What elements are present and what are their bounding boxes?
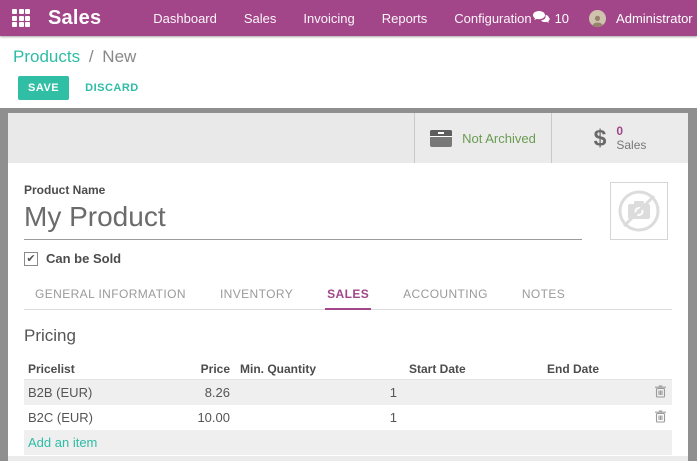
no-camera-icon: [615, 187, 663, 235]
col-header-end-date[interactable]: End Date: [542, 362, 642, 376]
not-archived-label: Not Archived: [462, 131, 536, 146]
can-be-sold-label: Can be Sold: [46, 251, 121, 266]
breadcrumb-separator: /: [89, 47, 94, 66]
top-navbar: Sales Dashboard Sales Invoicing Reports …: [0, 0, 697, 36]
product-name-input[interactable]: [24, 199, 582, 240]
odoo-sales-product-form-screen: Sales Dashboard Sales Invoicing Reports …: [0, 0, 697, 461]
notebook-tabs: GENERAL INFORMATION INVENTORY SALES ACCO…: [24, 281, 672, 310]
person-icon: [591, 14, 604, 27]
pricelist-table: Pricelist Price Min. Quantity Start Date…: [24, 358, 672, 455]
cell-min-quantity[interactable]: 1: [230, 410, 397, 425]
delete-row-icon[interactable]: [655, 410, 666, 423]
menu-item-reports[interactable]: Reports: [382, 11, 428, 26]
add-an-item-link[interactable]: Add an item: [28, 435, 97, 450]
apps-grid-icon[interactable]: [12, 9, 30, 27]
dollar-icon: $: [594, 125, 607, 152]
cell-min-quantity[interactable]: 1: [230, 385, 397, 400]
tab-accounting[interactable]: ACCOUNTING: [401, 281, 490, 310]
stat-button-box: Not Archived $ 0 Sales: [414, 113, 688, 163]
col-header-min-quantity[interactable]: Min. Quantity: [230, 362, 397, 376]
tab-inventory[interactable]: INVENTORY: [218, 281, 295, 310]
menu-item-invoicing[interactable]: Invoicing: [303, 11, 354, 26]
sales-stat-button[interactable]: $ 0 Sales: [551, 113, 688, 163]
tab-general-information[interactable]: GENERAL INFORMATION: [33, 281, 188, 310]
form-body: Product Name ✔ Can be Sold GENERAL INFOR…: [8, 163, 688, 455]
menu-item-sales[interactable]: Sales: [244, 11, 277, 26]
messages-button[interactable]: 10: [532, 11, 569, 26]
sales-stat-label: Sales: [616, 138, 646, 152]
menu-item-dashboard[interactable]: Dashboard: [153, 11, 217, 26]
product-image-upload[interactable]: [610, 182, 668, 240]
product-name-label: Product Name: [24, 183, 672, 197]
archive-box-icon: [430, 130, 452, 147]
sales-count: 0: [616, 124, 646, 138]
chat-bubbles-icon: [532, 11, 550, 25]
add-item-row: Add an item: [24, 430, 672, 455]
breadcrumb: Products / New: [13, 47, 697, 67]
tab-notes[interactable]: NOTES: [520, 281, 567, 310]
pricing-section-title: Pricing: [24, 326, 672, 346]
table-row[interactable]: B2B (EUR) 8.26 1: [24, 380, 672, 405]
delete-row-icon[interactable]: [655, 385, 666, 398]
next-section-strip: [8, 456, 688, 461]
cell-price[interactable]: 8.26: [135, 385, 230, 400]
topbar-right: 10 Administrator ▾: [532, 10, 697, 27]
can-be-sold-row: ✔ Can be Sold: [24, 251, 672, 266]
sheet-header-strip: Not Archived $ 0 Sales: [8, 113, 688, 163]
user-avatar[interactable]: [589, 10, 606, 27]
cell-price[interactable]: 10.00: [135, 410, 230, 425]
control-panel: Products / New SAVE DISCARD: [0, 36, 697, 108]
pricelist-table-header: Pricelist Price Min. Quantity Start Date…: [24, 358, 672, 380]
tab-sales[interactable]: SALES: [325, 281, 371, 310]
not-archived-button[interactable]: Not Archived: [414, 113, 551, 163]
col-header-start-date[interactable]: Start Date: [397, 362, 542, 376]
user-menu[interactable]: Administrator: [616, 11, 693, 26]
app-name[interactable]: Sales: [48, 7, 101, 30]
discard-button[interactable]: DISCARD: [85, 82, 139, 94]
breadcrumb-products-link[interactable]: Products: [13, 47, 80, 66]
table-row[interactable]: B2C (EUR) 10.00 1: [24, 405, 672, 430]
cell-pricelist[interactable]: B2C (EUR): [24, 410, 135, 425]
menu-item-configuration[interactable]: Configuration: [454, 11, 531, 26]
messages-count: 10: [555, 11, 569, 26]
breadcrumb-current: New: [102, 47, 136, 66]
can-be-sold-checkbox[interactable]: ✔: [24, 252, 38, 266]
top-menu: Dashboard Sales Invoicing Reports Config…: [153, 11, 531, 26]
action-buttons-row: SAVE DISCARD: [18, 76, 697, 100]
form-sheet: Not Archived $ 0 Sales: [8, 113, 688, 461]
page-background: Not Archived $ 0 Sales: [0, 108, 697, 461]
col-header-price[interactable]: Price: [135, 362, 230, 376]
save-button[interactable]: SAVE: [18, 76, 69, 100]
cell-pricelist[interactable]: B2B (EUR): [24, 385, 135, 400]
col-header-pricelist[interactable]: Pricelist: [24, 362, 135, 376]
